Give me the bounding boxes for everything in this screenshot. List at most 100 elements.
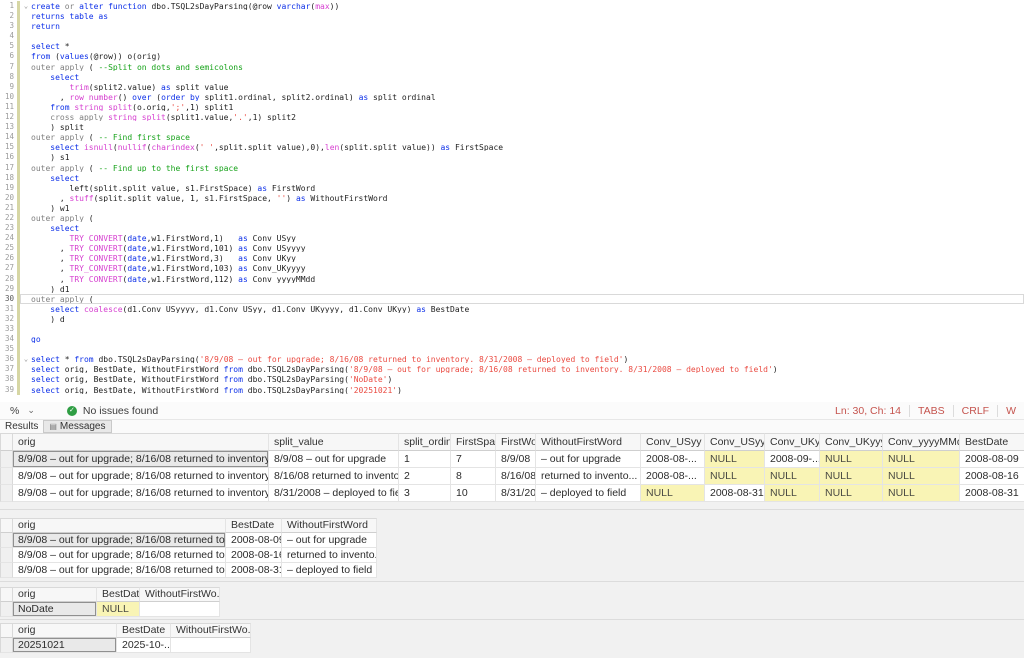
row-header[interactable] [0,602,13,617]
grid-cell[interactable]: 2025-10-... [117,638,171,653]
column-header[interactable]: split_ordin... [399,433,451,451]
row-header[interactable] [0,533,13,548]
column-header[interactable]: FirstWord [496,433,536,451]
code-line-30[interactable]: 30outer apply ( [0,294,1024,304]
tab-messages[interactable]: ▤ Messages [43,420,111,433]
grid-cell[interactable]: NULL [883,485,960,502]
column-header[interactable]: WithoutFirstWord [282,518,377,533]
code-line-23[interactable]: 23 select [0,223,1024,233]
code-line-6[interactable]: 6from (values(@row)) o(orig) [0,51,1024,61]
grid-cell[interactable]: NoDate [13,602,97,617]
grid-cell[interactable]: NULL [883,451,960,468]
row-header[interactable] [0,485,13,502]
column-header[interactable]: BestDate [117,623,171,638]
code-line-20[interactable]: 20 , stuff(split.split_value, 1, s1.Firs… [0,193,1024,203]
status-item-w[interactable]: W [997,405,1024,417]
grid-cell[interactable]: 3 [399,485,451,502]
code-line-37[interactable]: 37select orig, BestDate, WithoutFirstWor… [0,364,1024,374]
row-header[interactable] [0,548,13,563]
grid-cell[interactable]: 8/9/08 – out for upgrade; 8/16/08 return… [13,451,269,468]
grid-cell[interactable]: 2008-08-31 [705,485,765,502]
column-header[interactable]: WithoutFirstWord [536,433,641,451]
code-line-24[interactable]: 24 TRY_CONVERT(date,w1.FirstWord,1) as C… [0,233,1024,243]
row-header[interactable] [0,451,13,468]
sql-editor[interactable]: 1⌄create or alter function dbo.TSQL2sDay… [0,0,1024,403]
grid-cell[interactable]: 2008-08-... [641,468,705,485]
grid-cell[interactable]: NULL [705,451,765,468]
code-line-16[interactable]: 16 ) s1 [0,152,1024,162]
grid-cell[interactable]: – out for upgrade [282,533,377,548]
grid-cell[interactable]: returned to invento... [282,548,377,563]
column-header[interactable]: split_value [269,433,399,451]
row-header[interactable] [0,563,13,578]
code-line-36[interactable]: 36⌄select * from dbo.TSQL2sDayParsing('8… [0,354,1024,364]
column-header[interactable]: WithoutFirstWo... [140,587,220,602]
column-header[interactable]: orig [13,433,269,451]
fold-chevron-icon[interactable]: ⌄ [21,2,31,10]
code-line-19[interactable]: 19 left(split.split_value, s1.FirstSpace… [0,183,1024,193]
grid-cell[interactable]: 2008-08-16 [960,468,1024,485]
fold-chevron-icon[interactable]: ⌄ [21,355,31,363]
column-header[interactable]: Conv_UKyyyy [820,433,883,451]
code-line-10[interactable]: 10 , row_number() over (order by split1.… [0,92,1024,102]
results-splitter[interactable] [0,581,1024,582]
grid-cell[interactable] [140,602,220,617]
grid-cell[interactable]: NULL [97,602,140,617]
column-header[interactable]: WithoutFirstWo... [171,623,251,638]
grid-cell[interactable]: NULL [765,468,820,485]
select-all-corner[interactable] [0,623,13,638]
column-header[interactable]: BestDate [226,518,282,533]
code-line-25[interactable]: 25 , TRY_CONVERT(date,w1.FirstWord,101) … [0,243,1024,253]
grid-cell[interactable]: 2008-08-09 [960,451,1024,468]
code-line-13[interactable]: 13 ) split [0,122,1024,132]
grid-cell[interactable]: NULL [820,468,883,485]
select-all-corner[interactable] [0,587,13,602]
column-header[interactable]: Conv_UKyy [765,433,820,451]
column-header[interactable]: BestDate [97,587,140,602]
grid-cell[interactable]: 8/9/08 – out for upgrade; 8/16/08 return… [13,548,226,563]
code-line-11[interactable]: 11 from string_split(o.orig,';',1) split… [0,102,1024,112]
grid-cell[interactable]: NULL [765,485,820,502]
grid-cell[interactable]: 8/9/08 – out for upgrade; 8/16/08 return… [13,468,269,485]
code-line-1[interactable]: 1⌄create or alter function dbo.TSQL2sDay… [0,1,1024,11]
code-line-38[interactable]: 38select orig, BestDate, WithoutFirstWor… [0,374,1024,384]
grid-cell[interactable] [171,638,251,653]
code-line-15[interactable]: 15 select isnull(nullif(charindex(' ',sp… [0,142,1024,152]
grid-cell[interactable]: 2008-08-09 [226,533,282,548]
grid-cell[interactable]: returned to invento... [536,468,641,485]
code-line-28[interactable]: 28 , TRY_CONVERT(date,w1.FirstWord,112) … [0,274,1024,284]
grid-cell[interactable]: 8/31/20... [496,485,536,502]
code-line-22[interactable]: 22outer apply ( [0,213,1024,223]
grid-cell[interactable]: 2008-08-31 [226,563,282,578]
code-line-2[interactable]: 2returns table as [0,11,1024,21]
results-splitter[interactable] [0,619,1024,620]
zoom-percent-dropdown[interactable]: % ⌄ [10,405,35,417]
grid-cell[interactable]: – deployed to field [536,485,641,502]
column-header[interactable]: Conv_USyy [641,433,705,451]
status-item-tabs[interactable]: TABS [909,405,953,417]
grid-cell[interactable]: NULL [820,451,883,468]
grid-cell[interactable]: 8/9/08 – out for upgrade; 8/16/08 return… [13,485,269,502]
cursor-position[interactable]: Ln: 30, Ch: 14 [827,405,909,417]
column-header[interactable]: Conv_USyyyy [705,433,765,451]
code-line-7[interactable]: 7outer apply ( --Split on dots and semic… [0,62,1024,72]
row-header[interactable] [0,638,13,653]
code-line-14[interactable]: 14outer apply ( -- Find first space [0,132,1024,142]
code-line-35[interactable]: 35 [0,344,1024,354]
code-line-5[interactable]: 5select * [0,41,1024,51]
grid-cell[interactable]: – deployed to field [282,563,377,578]
code-line-8[interactable]: 8 select [0,72,1024,82]
grid-cell[interactable]: 8/9/08 – out for upgrade; 8/16/08 return… [13,563,226,578]
code-line-29[interactable]: 29 ) d1 [0,284,1024,294]
column-header[interactable]: orig [13,623,117,638]
grid-cell[interactable]: 8/31/2008 – deployed to fie... [269,485,399,502]
grid-cell[interactable]: 1 [399,451,451,468]
status-item-crlf[interactable]: CRLF [953,405,997,417]
code-line-31[interactable]: 31 select coalesce(d1.Conv_USyyyy, d1.Co… [0,304,1024,314]
grid-cell[interactable]: 2 [399,468,451,485]
grid-cell[interactable]: 2008-08-16 [226,548,282,563]
code-line-26[interactable]: 26 , TRY_CONVERT(date,w1.FirstWord,3) as… [0,253,1024,263]
grid-cell[interactable]: 8 [451,468,496,485]
code-line-33[interactable]: 33 [0,324,1024,334]
row-header[interactable] [0,468,13,485]
